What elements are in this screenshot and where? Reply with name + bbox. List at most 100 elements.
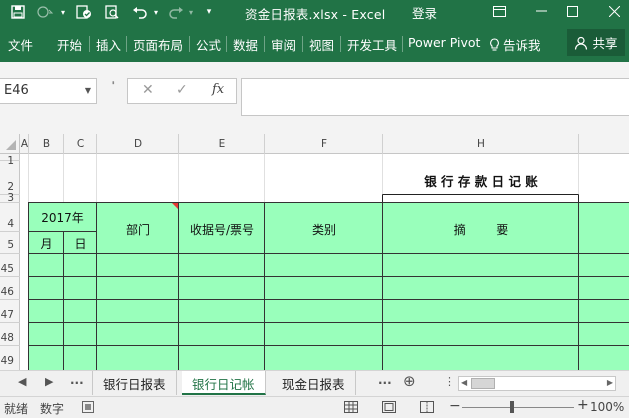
ribbon-separator — [226, 36, 227, 52]
title-bar: ▾ ▾ ▾ ▾ 资金日报表.xlsx - Excel 登录 — [0, 0, 629, 24]
ribbon-separator — [89, 36, 90, 52]
touch-mode-icon[interactable] — [34, 2, 56, 22]
tab-data[interactable]: 数据 — [233, 35, 258, 54]
tab-file[interactable]: 文件 — [8, 35, 33, 54]
redo-icon[interactable] — [166, 2, 186, 22]
login-link[interactable]: 登录 — [412, 3, 437, 22]
formula-bar-area: E46 ▼ ··· ✕ ✓ fx — [0, 62, 629, 134]
column-header-e[interactable]: E — [179, 138, 265, 154]
customize-qat-icon[interactable]: ▾ — [203, 2, 215, 22]
column-header-f[interactable]: F — [265, 138, 383, 154]
lightbulb-icon — [490, 37, 499, 51]
sheet-tab-cash-daily[interactable]: 现金日报表 — [272, 371, 356, 395]
row-header-1[interactable]: 1 — [0, 155, 17, 167]
print-preview-icon[interactable] — [102, 2, 122, 22]
header-summary-cell[interactable]: 摘 要 — [383, 221, 579, 238]
zoom-in-icon[interactable]: + — [577, 397, 589, 413]
formula-buttons: ✕ ✓ fx — [127, 78, 237, 104]
insert-function-icon[interactable]: fx — [212, 82, 224, 97]
zoom-slider-thumb[interactable] — [510, 401, 514, 413]
row-header-49[interactable]: 49 — [0, 355, 17, 367]
qat-dropdown-icon[interactable]: ▾ — [58, 2, 68, 22]
person-icon — [575, 36, 588, 50]
header-year-cell[interactable]: 2017年 — [29, 209, 96, 226]
normal-view-icon[interactable] — [344, 401, 358, 416]
worksheet-grid[interactable]: A B C D E F H 1 2 3 4 5 45 46 47 48 49 银… — [0, 134, 629, 370]
horizontal-scrollbar[interactable]: ◀ ▶ — [458, 376, 616, 391]
column-header-c[interactable]: C — [64, 138, 97, 154]
tab-home[interactable]: 开始 — [57, 35, 82, 54]
page-layout-view-icon[interactable] — [382, 401, 396, 416]
window-title: 资金日报表.xlsx - Excel — [245, 7, 386, 22]
sheet-prev-icon[interactable]: ◀ — [18, 375, 26, 388]
header-category-cell[interactable]: 类别 — [265, 221, 383, 238]
scroll-right-icon[interactable]: ▶ — [607, 378, 613, 387]
zoom-slider-track[interactable] — [462, 407, 574, 408]
row-header-48[interactable]: 48 — [0, 332, 17, 344]
scroll-thumb[interactable] — [471, 378, 495, 389]
close-icon[interactable] — [599, 0, 629, 22]
tab-developer[interactable]: 开发工具 — [347, 35, 397, 54]
ribbon-separator — [264, 36, 265, 52]
header-receipt-cell[interactable]: 收据号/票号 — [179, 221, 265, 238]
sheet-tab-bank-daily[interactable]: 银行日报表 — [92, 371, 177, 395]
formula-input[interactable] — [241, 78, 629, 116]
sheet-tab-bank-journal[interactable]: 银行日记帐 — [182, 371, 266, 395]
tell-me-search[interactable]: 告诉我 — [489, 35, 541, 54]
grid-lines — [0, 134, 629, 370]
tab-power-pivot[interactable]: Power Pivot — [408, 35, 480, 50]
confirm-entry-icon[interactable]: ✓ — [176, 82, 188, 98]
ribbon-tab-bar: 文件 开始 插入 页面布局 公式 数据 审阅 视图 开发工具 Power Piv… — [0, 24, 629, 62]
row-header-3[interactable]: 3 — [0, 192, 17, 204]
sheet-more-right[interactable]: ... — [378, 373, 392, 387]
ribbon-separator — [402, 36, 403, 52]
page-break-view-icon[interactable] — [420, 401, 434, 416]
column-header-d[interactable]: D — [97, 138, 179, 154]
column-header-b[interactable]: B — [29, 138, 64, 154]
ribbon-display-options-icon[interactable] — [484, 0, 514, 22]
sheet-tab-bar: ◀ ▶ ... 银行日报表 银行日记帐 现金日报表 ... ⊕ ⋮ ◀ ▶ — [0, 370, 629, 396]
row-header-4[interactable]: 4 — [0, 218, 17, 230]
tab-page-layout[interactable]: 页面布局 — [133, 35, 183, 54]
header-dept-cell[interactable]: 部门 — [97, 221, 179, 238]
ribbon-separator — [189, 36, 190, 52]
ribbon-separator — [302, 36, 303, 52]
formula-bar-grip-icon[interactable]: ··· — [106, 80, 120, 82]
redo-dropdown-icon[interactable]: ▾ — [186, 2, 196, 22]
save-icon[interactable] — [8, 2, 28, 22]
row-header-45[interactable]: 45 — [0, 263, 17, 275]
tab-view[interactable]: 视图 — [309, 35, 334, 54]
column-header-a[interactable]: A — [20, 138, 29, 154]
tab-split-handle[interactable]: ⋮ — [444, 375, 455, 388]
minimize-icon[interactable] — [526, 0, 556, 22]
scroll-left-icon[interactable]: ◀ — [461, 378, 467, 387]
tab-review[interactable]: 审阅 — [271, 35, 296, 54]
row-header-46[interactable]: 46 — [0, 286, 17, 298]
row-header-5[interactable]: 5 — [0, 239, 17, 251]
tab-formulas[interactable]: 公式 — [196, 35, 221, 54]
tab-insert[interactable]: 插入 — [96, 35, 121, 54]
name-box-dropdown-icon[interactable]: ▼ — [85, 86, 91, 95]
sheet-title-cell[interactable]: 银 行 存 款 日 记 账 — [383, 171, 579, 190]
ribbon-separator — [340, 36, 341, 52]
cancel-entry-icon[interactable]: ✕ — [142, 82, 154, 98]
status-bar: 就绪 数字 − + 100% — [0, 396, 629, 418]
row-header-47[interactable]: 47 — [0, 309, 17, 321]
share-button[interactable]: 共享 — [567, 29, 625, 56]
zoom-level[interactable]: 100% — [590, 400, 624, 414]
restore-icon[interactable] — [557, 0, 587, 22]
sheet-more-left[interactable]: ... — [70, 373, 84, 387]
zoom-out-icon[interactable]: − — [449, 398, 461, 414]
new-sheet-icon[interactable]: ⊕ — [403, 372, 416, 390]
column-header-h[interactable]: H — [383, 138, 579, 154]
name-box[interactable]: E46 ▼ — [0, 78, 97, 104]
sheet-next-icon[interactable]: ▶ — [45, 375, 53, 388]
header-month-cell[interactable]: 月 — [29, 235, 64, 252]
header-day-cell[interactable]: 日 — [64, 235, 97, 252]
data-fill-rows — [28, 254, 629, 370]
save-cloud-icon[interactable] — [74, 2, 94, 22]
status-ready: 就绪 — [4, 402, 29, 416]
undo-icon[interactable] — [130, 2, 150, 22]
macro-record-icon[interactable] — [82, 401, 94, 416]
undo-dropdown-icon[interactable]: ▾ — [151, 2, 161, 22]
